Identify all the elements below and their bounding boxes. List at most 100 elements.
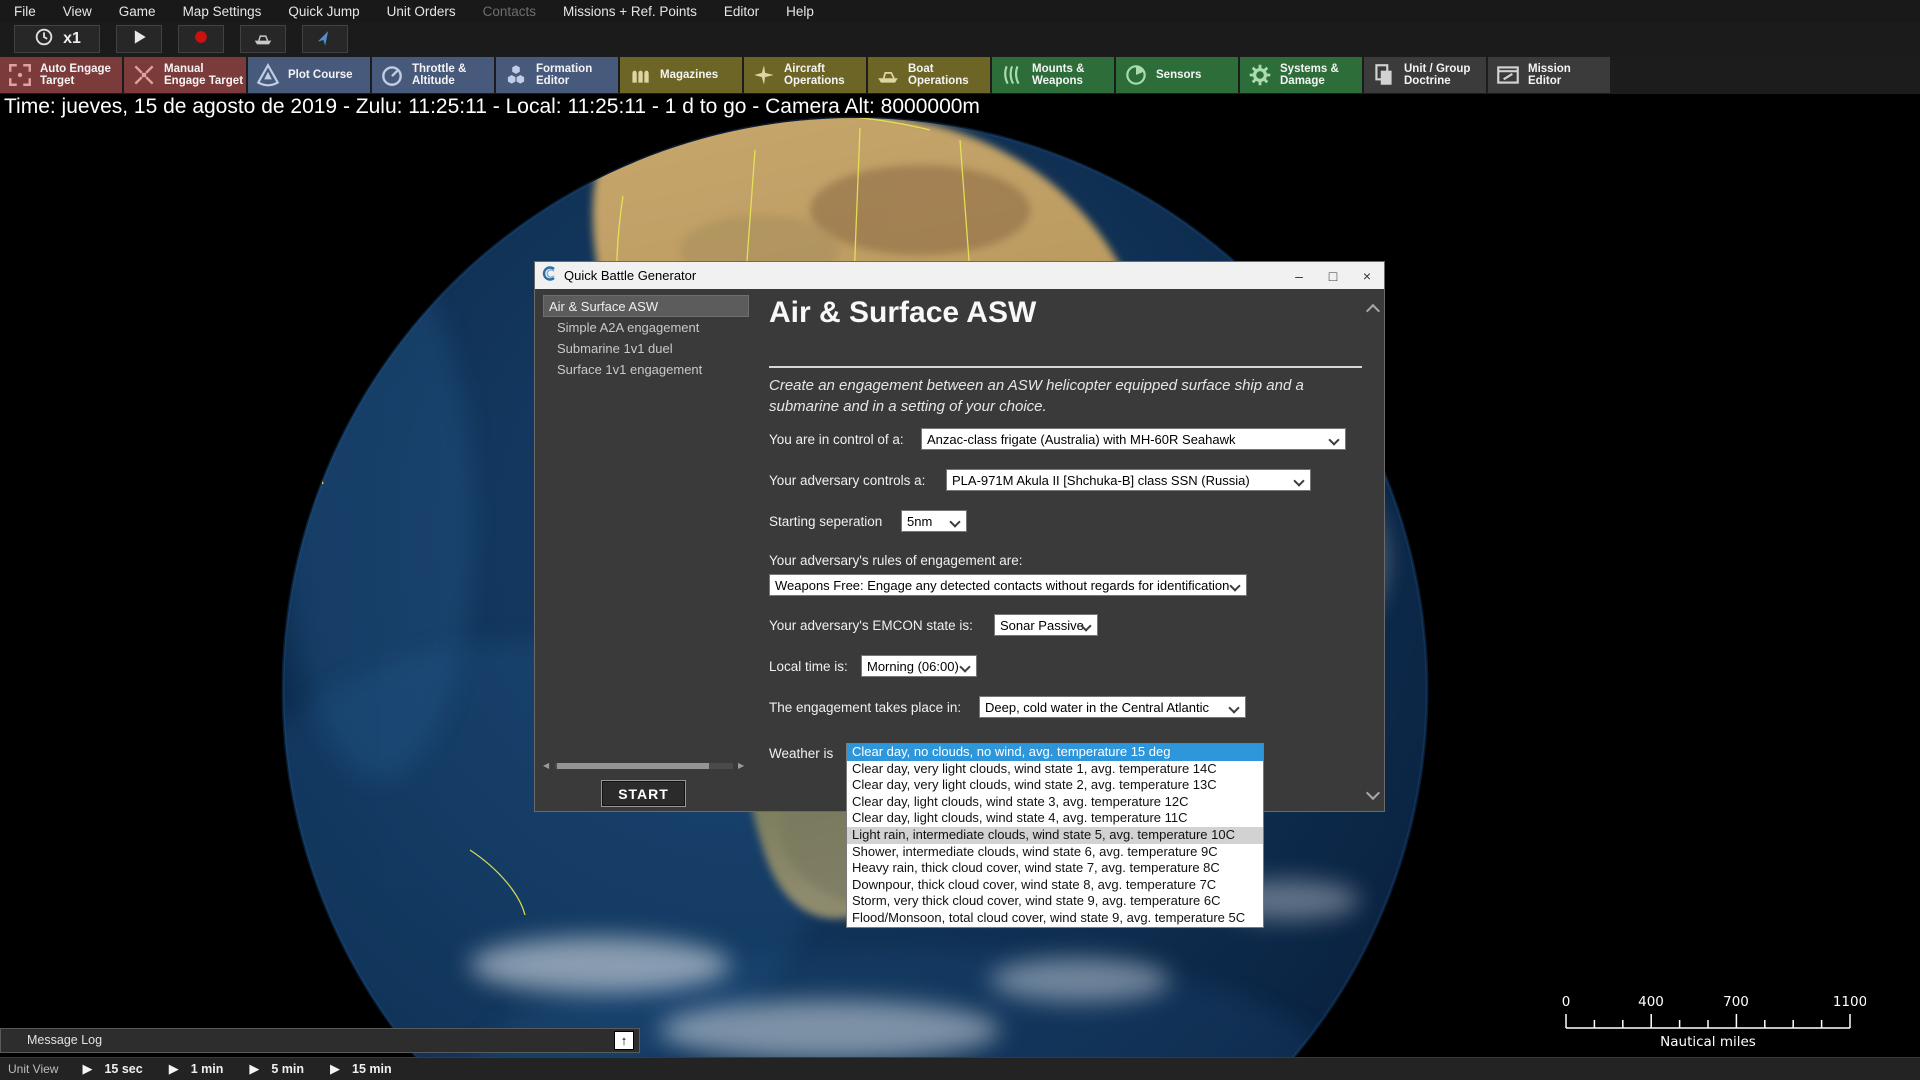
unit-group-doctrine-button[interactable]: Unit / GroupDoctrine bbox=[1364, 57, 1486, 93]
scale-caption: Nautical miles bbox=[1660, 1034, 1756, 1050]
auto-engage-target-icon bbox=[7, 62, 33, 88]
chevron-down-icon bbox=[1228, 702, 1239, 713]
heading-divider bbox=[769, 366, 1362, 368]
magazines-button[interactable]: Magazines bbox=[620, 57, 742, 93]
adversary-label: Your adversary controls a: bbox=[769, 473, 925, 488]
record-button[interactable] bbox=[178, 25, 224, 53]
sensors-button[interactable]: Sensors bbox=[1116, 57, 1238, 93]
minimize-button[interactable]: – bbox=[1282, 262, 1316, 289]
step-15sec-button[interactable]: ▶ 15 sec bbox=[82, 1061, 142, 1077]
menu-map-settings[interactable]: Map Settings bbox=[183, 4, 262, 19]
horizontal-scrollbar[interactable] bbox=[555, 763, 733, 769]
weather-option[interactable]: Clear day, very light clouds, wind state… bbox=[847, 777, 1263, 794]
weather-option[interactable]: Light rain, intermediate clouds, wind st… bbox=[847, 827, 1263, 844]
step-5min-button[interactable]: ▶ 5 min bbox=[249, 1061, 304, 1077]
weather-option[interactable]: Clear day, light clouds, wind state 4, a… bbox=[847, 810, 1263, 827]
play-button[interactable] bbox=[116, 25, 162, 53]
menu-editor[interactable]: Editor bbox=[724, 4, 759, 19]
roe-label: Your adversary's rules of engagement are… bbox=[769, 553, 1022, 568]
step-1min-button[interactable]: ▶ 1 min bbox=[169, 1061, 224, 1077]
emcon-select[interactable]: Sonar Passive bbox=[994, 614, 1098, 636]
throttle-altitude-icon bbox=[379, 62, 405, 88]
local-time-select[interactable]: Morning (06:00) bbox=[861, 655, 977, 677]
weather-option[interactable]: Clear day, very light clouds, wind state… bbox=[847, 761, 1263, 778]
play-icon bbox=[129, 27, 149, 52]
message-log-panel[interactable]: Message Log ↑ bbox=[0, 1028, 640, 1053]
throttle-altitude-button[interactable]: Throttle &Altitude bbox=[372, 57, 494, 93]
start-button[interactable]: START bbox=[601, 780, 686, 807]
quick-bar: x1 bbox=[0, 22, 1920, 56]
manual-engage-target-button[interactable]: ManualEngage Target bbox=[124, 57, 246, 93]
sidebar-item-submarine-duel[interactable]: Submarine 1v1 duel bbox=[543, 338, 749, 359]
emcon-label: Your adversary's EMCON state is: bbox=[769, 618, 973, 633]
clock-icon bbox=[33, 26, 55, 53]
adversary-select[interactable]: PLA-971M Akula II [Shchuka-B] class SSN … bbox=[946, 469, 1311, 491]
auto-engage-target-button[interactable]: Auto EngageTarget bbox=[0, 57, 122, 93]
unit-group-doctrine-icon bbox=[1371, 62, 1397, 88]
aircraft-operations-button[interactable]: AircraftOperations bbox=[744, 57, 866, 93]
ship-view-button[interactable] bbox=[240, 25, 286, 53]
location-label: The engagement takes place in: bbox=[769, 700, 961, 715]
weather-option[interactable]: Clear day, no clouds, no wind, avg. temp… bbox=[847, 744, 1263, 761]
scroll-down-icon[interactable] bbox=[1366, 786, 1380, 800]
up-arrow-icon: ↑ bbox=[621, 1033, 628, 1048]
quick-battle-generator-dialog: Quick Battle Generator – □ × Air & Surfa… bbox=[534, 261, 1385, 812]
weather-label: Weather is bbox=[769, 746, 833, 761]
step-15min-button[interactable]: ▶ 15 min bbox=[330, 1061, 392, 1077]
control-label: You are in control of a: bbox=[769, 432, 904, 447]
chevron-down-icon bbox=[1293, 475, 1304, 486]
scroll-left-arrow-icon[interactable]: ◀ bbox=[543, 761, 549, 770]
weather-option[interactable]: Clear day, light clouds, wind state 3, a… bbox=[847, 794, 1263, 811]
message-log-label: Message Log bbox=[27, 1033, 102, 1047]
dialog-title-bar[interactable]: Quick Battle Generator – □ × bbox=[535, 262, 1384, 289]
map-scale: 0 400 700 1100 Nautical miles bbox=[1556, 990, 1866, 1052]
sidebar-item-simple-a2a[interactable]: Simple A2A engagement bbox=[543, 317, 749, 338]
mission-editor-button[interactable]: MissionEditor bbox=[1488, 57, 1610, 93]
weather-option[interactable]: Heavy rain, thick cloud cover, wind stat… bbox=[847, 860, 1263, 877]
sidebar-item-surface-engagement[interactable]: Surface 1v1 engagement bbox=[543, 359, 749, 380]
separation-label: Starting seperation bbox=[769, 514, 882, 529]
time-compression-button[interactable]: x1 bbox=[14, 25, 100, 53]
ship-icon bbox=[252, 26, 274, 53]
expand-log-button[interactable]: ↑ bbox=[614, 1031, 634, 1050]
aircraft-operations-icon bbox=[751, 62, 777, 88]
weather-option[interactable]: Downpour, thick cloud cover, wind state … bbox=[847, 877, 1263, 894]
menu-quick-jump[interactable]: Quick Jump bbox=[288, 4, 359, 19]
plot-course-button[interactable]: Plot Course bbox=[248, 57, 370, 93]
menu-game[interactable]: Game bbox=[119, 4, 156, 19]
pointer-button[interactable] bbox=[302, 25, 348, 53]
formation-editor-button[interactable]: FormationEditor bbox=[496, 57, 618, 93]
control-select[interactable]: Anzac-class frigate (Australia) with MH-… bbox=[921, 428, 1346, 450]
maximize-button[interactable]: □ bbox=[1316, 262, 1350, 289]
boat-operations-button[interactable]: BoatOperations bbox=[868, 57, 990, 93]
formation-editor-icon bbox=[503, 62, 529, 88]
magazines-icon bbox=[627, 62, 653, 88]
unit-toolbar: Auto EngageTarget ManualEngage Target Pl… bbox=[0, 56, 1920, 94]
separation-select[interactable]: 5nm bbox=[901, 510, 967, 532]
menu-file[interactable]: File bbox=[14, 4, 36, 19]
bottom-bar: Unit View ▶ 15 sec ▶ 1 min ▶ 5 min ▶ 15 … bbox=[0, 1057, 1920, 1080]
menu-unit-orders[interactable]: Unit Orders bbox=[387, 4, 456, 19]
scenario-heading: Air & Surface ASW bbox=[769, 296, 1036, 330]
play-step-icon: ▶ bbox=[249, 1061, 259, 1077]
menu-missions-ref-points[interactable]: Missions + Ref. Points bbox=[563, 4, 697, 19]
play-step-icon: ▶ bbox=[169, 1061, 179, 1077]
weather-option[interactable]: Flood/Monsoon, total cloud cover, wind s… bbox=[847, 910, 1263, 927]
menu-help[interactable]: Help bbox=[786, 4, 814, 19]
scrollbar-thumb[interactable] bbox=[557, 763, 709, 769]
location-select[interactable]: Deep, cold water in the Central Atlantic bbox=[979, 696, 1246, 718]
menu-view[interactable]: View bbox=[63, 4, 92, 19]
app-logo-icon bbox=[542, 266, 557, 286]
sidebar-item-air-surface-asw[interactable]: Air & Surface ASW bbox=[543, 295, 749, 317]
systems-damage-button[interactable]: Systems &Damage bbox=[1240, 57, 1362, 93]
app-window: File View Game Map Settings Quick Jump U… bbox=[0, 0, 1920, 1080]
roe-select[interactable]: Weapons Free: Engage any detected contac… bbox=[769, 574, 1247, 596]
scroll-right-arrow-icon[interactable]: ▶ bbox=[738, 761, 744, 770]
menu-contacts: Contacts bbox=[483, 4, 536, 19]
close-button[interactable]: × bbox=[1350, 262, 1384, 289]
weather-option[interactable]: Shower, intermediate clouds, wind state … bbox=[847, 844, 1263, 861]
weather-option[interactable]: Storm, very thick cloud cover, wind stat… bbox=[847, 893, 1263, 910]
scroll-up-icon[interactable] bbox=[1366, 304, 1380, 318]
mounts-weapons-button[interactable]: Mounts &Weapons bbox=[992, 57, 1114, 93]
chevron-down-icon bbox=[1229, 580, 1240, 591]
